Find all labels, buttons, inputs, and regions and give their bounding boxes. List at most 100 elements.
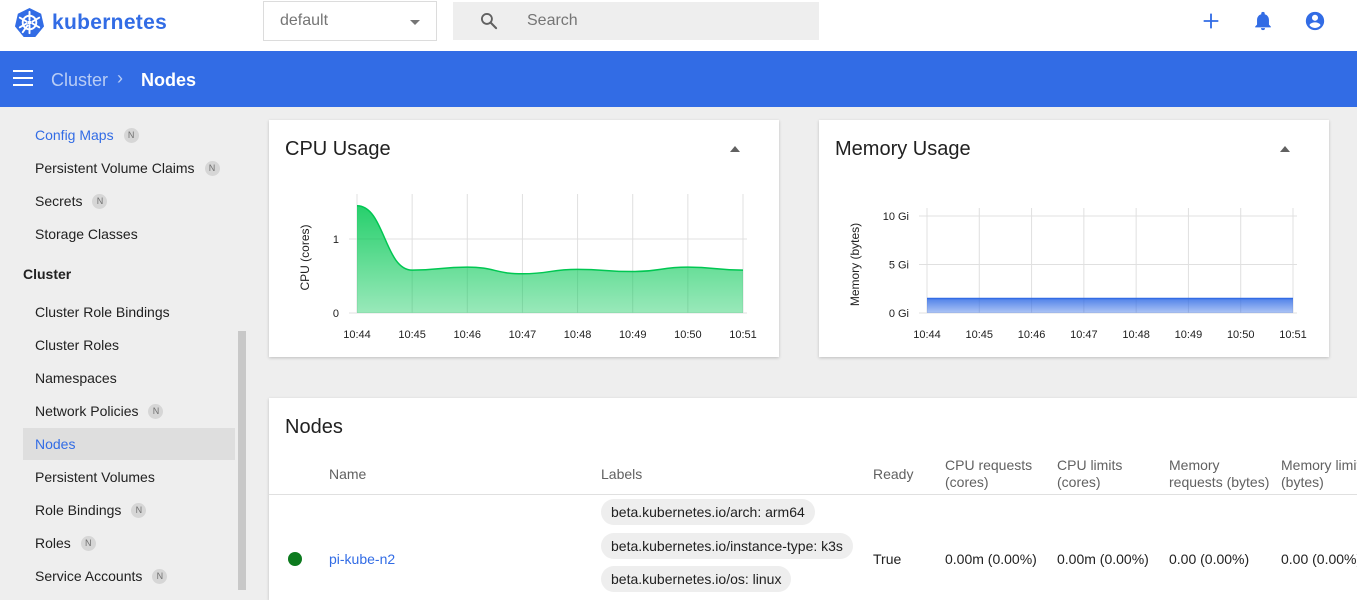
cpu-limits-value: 0.00m (0.00%)	[1057, 551, 1149, 567]
sidebar-item-nodes[interactable]: Nodes	[23, 428, 235, 460]
namespaced-badge: N	[80, 535, 96, 551]
y-axis-label: CPU (cores)	[298, 224, 312, 290]
node-name-link[interactable]: pi-kube-n2	[329, 551, 395, 567]
notifications-icon[interactable]	[1252, 10, 1274, 32]
top-bar: kubernetes default	[0, 0, 1357, 51]
namespaced-badge: N	[148, 403, 164, 419]
kubernetes-logo[interactable]: kubernetes	[14, 7, 167, 38]
sidebar-scrollbar[interactable]	[238, 331, 246, 590]
sidebar-item-storage-classes[interactable]: Storage Classes	[23, 218, 235, 250]
sidebar-item-label: Roles	[35, 535, 71, 551]
x-tick-label: 10:46	[454, 329, 482, 341]
sidebar-item-label: Persistent Volume Claims	[35, 160, 195, 176]
column-header-memory-limits[interactable]: Memory limits (bytes)	[1281, 457, 1357, 491]
sidebar-item-label: Nodes	[35, 436, 76, 452]
x-tick-label: 10:44	[913, 329, 941, 341]
sidebar-item-namespaces[interactable]: Namespaces	[23, 362, 235, 394]
ready-value: True	[873, 551, 902, 567]
x-tick-label: 10:44	[343, 329, 371, 341]
x-tick-label: 10:47	[509, 329, 537, 341]
sidebar-item-label: Network Policies	[35, 403, 139, 419]
y-tick-label: 10 Gi	[883, 211, 909, 223]
page-header: Cluster › Nodes	[0, 51, 1357, 107]
label-chip: beta.kubernetes.io/arch: arm64	[601, 499, 815, 525]
menu-icon[interactable]	[13, 70, 33, 86]
x-tick-label: 10:49	[1175, 329, 1203, 341]
x-tick-label: 10:45	[966, 329, 994, 341]
sidebar-item-label: Service Accounts	[35, 568, 143, 584]
sidebar-item-persistent-volume-claims[interactable]: Persistent Volume Claims N	[23, 152, 235, 184]
namespaced-badge: N	[152, 568, 168, 584]
x-tick-label: 10:45	[398, 329, 426, 341]
namespaced-badge: N	[204, 160, 220, 176]
y-tick-label: 0 Gi	[889, 308, 909, 320]
namespace-selected-value: default	[280, 12, 329, 29]
label-chip: beta.kubernetes.io/os: linux	[601, 566, 792, 592]
chevron-right-icon: ›	[117, 68, 123, 88]
x-tick-label: 10:51	[729, 329, 757, 341]
sidebar-item-secrets[interactable]: Secrets N	[23, 185, 235, 217]
sidebar-item-label: Config Maps	[35, 127, 114, 143]
sidebar-item-roles[interactable]: Roles N	[23, 527, 235, 559]
cpu-usage-chart: 10:44 10:45 10:46 10:47 10:48 10:49 10:50 10:51…	[298, 194, 757, 341]
kubernetes-helm-icon	[14, 7, 45, 38]
y-axis-label: Memory (bytes)	[848, 223, 862, 306]
memory-limits-value: 0.00 (0.00%)	[1281, 551, 1357, 567]
sidebar-item-persistent-volumes[interactable]: Persistent Volumes	[23, 461, 235, 493]
series-area	[927, 298, 1293, 313]
sidebar-item-role-bindings[interactable]: Role Bindings N	[23, 494, 235, 526]
column-header-name[interactable]: Name	[329, 466, 366, 483]
series-line	[356, 204, 744, 275]
x-tick-label: 10:49	[619, 329, 647, 341]
sidebar-item-label: Persistent Volumes	[35, 469, 155, 485]
x-tick-label: 10:50	[674, 329, 702, 341]
sidebar: Config Maps N Persistent Volume Claims N…	[0, 107, 248, 600]
x-tick-label: 10:47	[1070, 329, 1098, 341]
app-name: kubernetes	[52, 10, 168, 34]
y-tick-label: 1	[333, 234, 339, 246]
column-header-cpu-limits[interactable]: CPU limits (cores)	[1057, 457, 1147, 491]
sidebar-item-config-maps[interactable]: Config Maps N	[23, 119, 235, 151]
sidebar-group-cluster: Cluster	[23, 266, 72, 282]
cpu-usage-card: CPU Usage 10:44 10:45 10:46 10:47 10:48 10:49…	[269, 120, 779, 357]
y-tick-label: 5 Gi	[889, 260, 909, 272]
x-tick-label: 10:48	[1122, 329, 1150, 341]
add-icon[interactable]	[1200, 10, 1222, 32]
search-input[interactable]	[527, 8, 807, 34]
dropdown-caret-icon	[410, 20, 420, 25]
account-icon[interactable]	[1304, 10, 1326, 32]
label-chip: beta.kubernetes.io/instance-type: k3s	[601, 533, 853, 559]
sidebar-item-cluster-roles[interactable]: Cluster Roles	[23, 329, 235, 361]
sidebar-item-network-policies[interactable]: Network Policies N	[23, 395, 235, 427]
column-header-memory-requests[interactable]: Memory requests (bytes)	[1169, 457, 1277, 491]
x-tick-label: 10:48	[564, 329, 592, 341]
series-area	[357, 205, 743, 313]
memory-requests-value: 0.00 (0.00%)	[1169, 551, 1250, 567]
namespaced-badge: N	[92, 193, 108, 209]
sidebar-item-label: Role Bindings	[35, 502, 122, 518]
x-tick-label: 10:51	[1279, 329, 1307, 341]
memory-usage-card: Memory Usage 10:44 10:45 10:46 10:47 10:48 10…	[819, 120, 1329, 357]
column-header-cpu-requests[interactable]: CPU requests (cores)	[945, 457, 1045, 491]
sidebar-item-label: Storage Classes	[35, 226, 138, 242]
x-tick-label: 10:50	[1227, 329, 1255, 341]
search-bar[interactable]	[453, 2, 819, 40]
memory-usage-chart: 10:44 10:45 10:46 10:47 10:48 10:49 10:50 10:51…	[848, 208, 1307, 341]
search-icon	[481, 13, 498, 30]
sidebar-item-service-accounts[interactable]: Service Accounts N	[23, 560, 235, 592]
nodes-section-title: Nodes	[285, 416, 343, 438]
sidebar-item-label: Cluster Role Bindings	[35, 304, 170, 320]
column-header-ready[interactable]: Ready	[873, 466, 913, 483]
x-tick-label: 10:46	[1018, 329, 1046, 341]
namespace-select[interactable]: default	[263, 1, 437, 41]
breadcrumb-cluster[interactable]: Cluster	[51, 70, 108, 91]
table-divider	[269, 494, 1357, 495]
sidebar-item-label: Cluster Roles	[35, 337, 120, 353]
y-tick-label: 0	[333, 308, 339, 320]
sidebar-item-label: Secrets	[35, 193, 83, 209]
page-title: Nodes	[141, 70, 197, 90]
namespaced-badge: N	[131, 502, 147, 518]
sidebar-item-cluster-role-bindings[interactable]: Cluster Role Bindings	[23, 296, 235, 328]
status-ready-icon	[288, 552, 302, 566]
cpu-requests-value: 0.00m (0.00%)	[945, 551, 1037, 567]
